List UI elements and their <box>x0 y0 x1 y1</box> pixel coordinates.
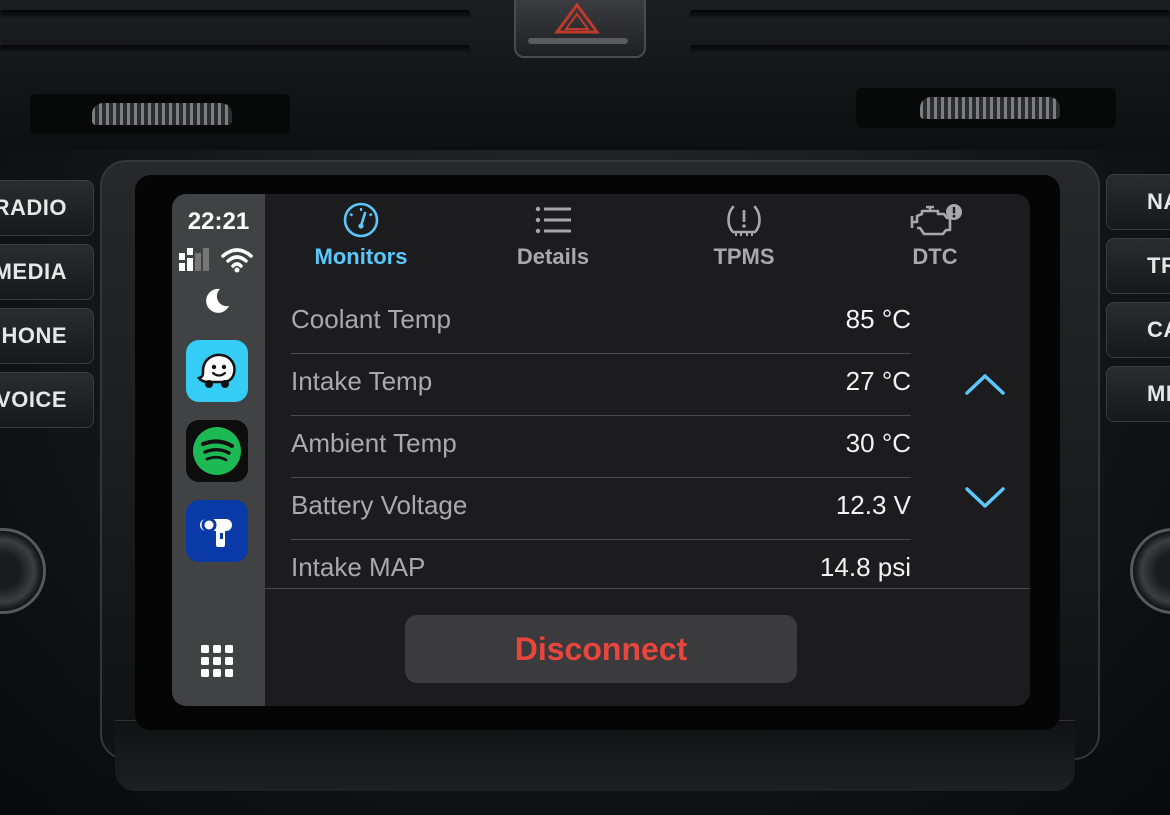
reading-value: 85 °C <box>845 304 911 334</box>
tab-dtc-label: DTC <box>912 244 958 269</box>
hazard-icon <box>554 2 600 34</box>
menu-button-label: ME <box>1147 381 1170 406</box>
bezel-lower-trim <box>115 720 1075 791</box>
reading-label: Ambient Temp <box>291 428 457 458</box>
table-row[interactable]: Intake Temp 27 °C <box>291 354 911 416</box>
tire-pressure-icon <box>727 205 761 236</box>
radio-button[interactable]: RADIO <box>0 180 94 236</box>
traffic-button[interactable]: TRA <box>1106 238 1170 294</box>
air-vent <box>0 45 470 55</box>
air-vent <box>690 45 1170 55</box>
nav-button[interactable]: NA <box>1106 174 1170 230</box>
reading-label: Coolant Temp <box>291 304 451 334</box>
waze-icon[interactable] <box>186 340 248 402</box>
obd-app-icon[interactable] <box>186 500 248 562</box>
vent-knob[interactable] <box>920 97 1060 119</box>
volume-knob[interactable] <box>0 528 46 614</box>
tab-details-label: Details <box>516 244 590 269</box>
spotify-icon[interactable] <box>186 420 248 482</box>
car-button[interactable]: CA <box>1106 302 1170 358</box>
scroll-up-button[interactable] <box>955 354 1015 414</box>
chevron-up-icon <box>965 374 1005 395</box>
table-row[interactable]: Coolant Temp 85 °C <box>291 292 911 354</box>
table-row[interactable]: Battery Voltage 12.3 V <box>291 478 911 540</box>
night-mode-icon <box>206 288 229 313</box>
air-vent <box>690 10 1170 20</box>
list-icon <box>535 206 571 234</box>
reading-label: Intake MAP <box>291 552 426 582</box>
carplay-screen: 22:21 Monitors Details TPMS DTC Coolant … <box>172 194 1030 706</box>
wifi-icon <box>221 248 253 273</box>
tab-details[interactable]: Details <box>473 202 633 286</box>
table-row[interactable]: Ambient Temp 30 °C <box>291 416 911 478</box>
voice-button[interactable]: VOICE <box>0 372 94 428</box>
tab-bar: Monitors Details TPMS DTC <box>265 194 1030 288</box>
reading-value: 12.3 V <box>835 490 911 520</box>
vent-knob[interactable] <box>92 103 232 125</box>
reading-value: 30 °C <box>845 428 911 458</box>
radio-button-label: RADIO <box>0 195 67 220</box>
media-button[interactable]: MEDIA <box>0 244 94 300</box>
nav-button-label: NA <box>1147 189 1170 214</box>
tab-monitors-label: Monitors <box>314 244 408 269</box>
air-vent <box>0 10 470 20</box>
gauge-icon <box>343 202 379 238</box>
phone-button[interactable]: HONE <box>0 308 94 364</box>
footer-divider <box>265 588 1030 589</box>
table-row[interactable]: Intake MAP 14.8 psi <box>291 540 911 584</box>
chevron-down-icon <box>965 487 1005 508</box>
monitor-list: Coolant Temp 85 °C Intake Temp 27 °C Amb… <box>291 292 911 584</box>
status-time: 22:21 <box>187 208 250 235</box>
voice-button-label: VOICE <box>0 387 67 412</box>
tab-dtc[interactable]: DTC <box>855 202 1015 286</box>
disconnect-button[interactable]: Disconnect <box>405 615 797 683</box>
car-button-label: CA <box>1147 317 1170 342</box>
tab-tpms-label: TPMS <box>713 244 775 269</box>
reading-label: Battery Voltage <box>291 490 468 520</box>
cellular-signal-icon <box>179 248 209 271</box>
menu-button[interactable]: ME <box>1106 366 1170 422</box>
hazard-trim <box>528 38 628 44</box>
tab-monitors[interactable]: Monitors <box>281 202 441 286</box>
app-grid-icon[interactable] <box>199 643 235 679</box>
engine-warning-icon <box>910 204 962 236</box>
carplay-sidebar: 22:21 <box>172 194 265 706</box>
media-button-label: MEDIA <box>0 259 67 284</box>
reading-value: 27 °C <box>845 366 911 396</box>
scroll-down-button[interactable] <box>955 468 1015 528</box>
tuning-knob[interactable] <box>1130 528 1170 614</box>
phone-button-label: HONE <box>1 323 67 348</box>
reading-label: Intake Temp <box>291 366 433 396</box>
tab-tpms[interactable]: TPMS <box>664 202 824 286</box>
traffic-button-label: TRA <box>1147 253 1170 278</box>
app-main-panel: Monitors Details TPMS DTC Coolant Temp 8… <box>265 194 1030 706</box>
reading-value: 14.8 psi <box>819 552 911 582</box>
